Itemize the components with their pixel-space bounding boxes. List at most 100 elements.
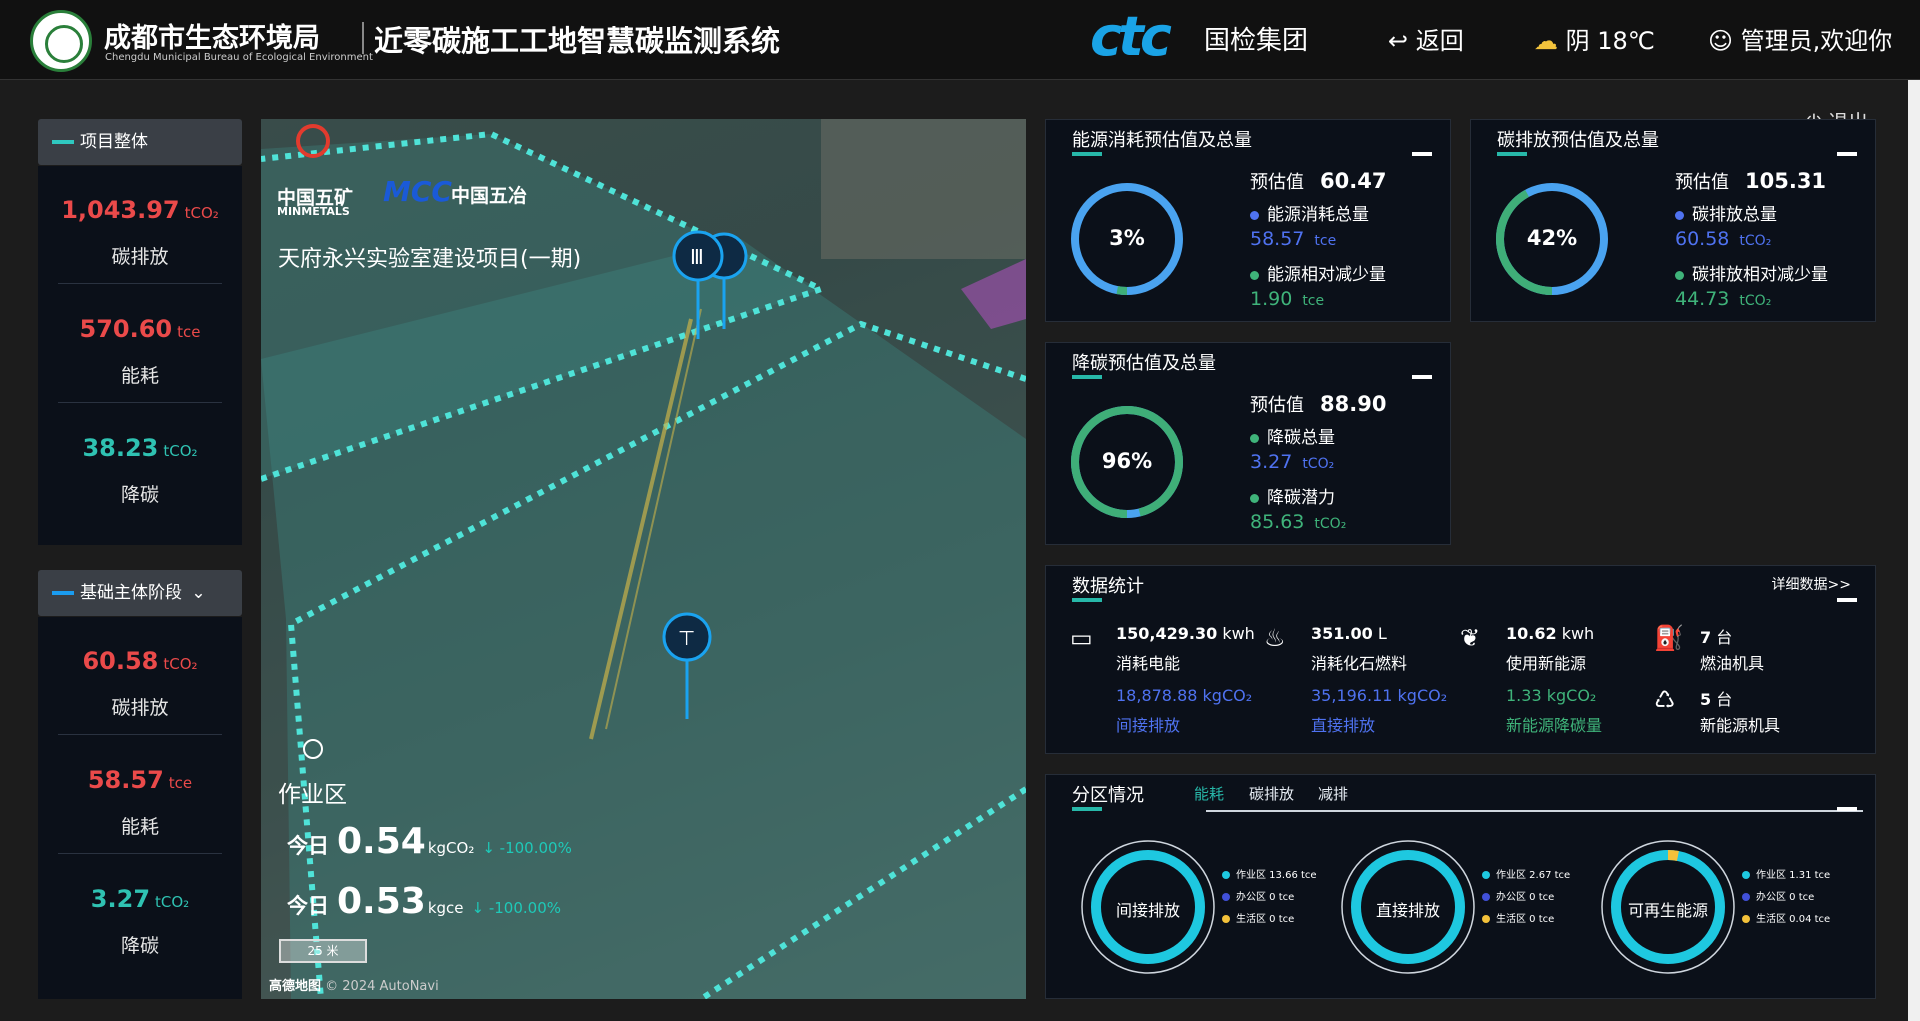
carbon-reduction-value: 44.73 tCO₂	[1675, 288, 1772, 310]
collapse-button[interactable]	[1837, 598, 1857, 602]
header-accent-bar	[52, 140, 74, 144]
system-title: 近零碳施工工地智慧碳监测系统	[374, 24, 781, 58]
chevron-down-icon: ⌄	[191, 583, 206, 603]
partner-name: 国检集团	[1204, 26, 1309, 56]
reduction-estimate: 预估值 88.90	[1250, 391, 1386, 417]
carbon-estimate-card: 碳排放预估值及总量 42% 预估值 105.31 碳排放总量 60.58 tCO₂ …	[1470, 119, 1876, 322]
flame-icon: ♨	[1264, 624, 1286, 652]
fuel-machines-label: 燃油机具	[1700, 654, 1765, 673]
overall-reduction-label: 降碳	[120, 484, 159, 506]
overall-carbon-value: 1,043.97	[61, 196, 180, 224]
stage-carbon-metric: 60.58 tCO₂ 碳排放	[38, 617, 242, 735]
svg-text:⊤: ⊤	[678, 626, 695, 650]
top-header: 成都市生态环境局 Chengdu Municipal Bureau of Eco…	[0, 0, 1920, 80]
indirect-emission-label: 间接排放	[1116, 716, 1181, 735]
collapse-button[interactable]	[1837, 152, 1857, 156]
indirect-ring-label: 间接排放	[1115, 901, 1180, 920]
stage-dropdown[interactable]: 基础主体阶段 ⌄	[38, 570, 242, 616]
overall-energy-unit: tce	[177, 323, 201, 341]
reduction-percent: 96%	[1101, 449, 1153, 473]
new-machines-value: 5 台	[1700, 690, 1733, 709]
header-divider	[362, 22, 364, 54]
user-greeting[interactable]: ☺ 管理员,欢迎你	[1708, 21, 1892, 56]
stage-energy-value: 58.57	[87, 766, 164, 794]
collapse-button[interactable]	[1412, 152, 1432, 156]
today-label: 今日	[287, 834, 329, 858]
stage-title: 基础主体阶段	[80, 583, 182, 603]
indirect-legend: 作业区 13.66 tce 办公区 0 tce 生活区 0 tce	[1222, 865, 1317, 931]
bureau-logo-icon	[30, 10, 92, 72]
stage-energy-metric: 58.57 tce 能耗	[38, 736, 242, 854]
legend-item-work: 作业区 1.31 tce	[1742, 865, 1830, 887]
electricity-label: 消耗电能	[1116, 654, 1181, 673]
tab-carbon[interactable]: 碳排放	[1249, 783, 1294, 804]
carbon-total-value: 60.58 tCO₂	[1675, 228, 1772, 250]
stage-reduction-label: 降碳	[120, 935, 159, 957]
stage-reduction-unit: tCO₂	[155, 893, 190, 911]
renewable-label: 使用新能源	[1506, 654, 1587, 673]
mcc-logo-cn: 中国五冶	[451, 185, 528, 207]
energy-estimate: 预估值 60.47	[1250, 168, 1386, 194]
estimate-value: 105.31	[1745, 169, 1827, 193]
estimate-label: 预估值	[1675, 172, 1729, 193]
renewable-ring-label: 可再生能源	[1627, 901, 1708, 920]
direct-emission-value: 35,196.11 kgCO₂	[1311, 686, 1448, 705]
tab-energy[interactable]: 能耗	[1194, 783, 1224, 804]
overall-carbon-label: 碳排放	[111, 246, 169, 268]
energy-reduction-label: 能源相对减少量	[1250, 260, 1386, 285]
map-copyright: © 2024 AutoNavi	[325, 979, 439, 994]
weather-widget: ☁ 阴 18℃	[1534, 21, 1655, 56]
page-scrollbar[interactable]	[1908, 80, 1920, 1021]
legend-item-office: 办公区 0 tce	[1222, 887, 1317, 909]
stage-reduction-metric: 3.27 tCO₂ 降碳	[38, 855, 242, 973]
reduction-potential-value: 85.63 tCO₂	[1250, 511, 1347, 533]
legend-item-office: 办公区 0 tce	[1742, 887, 1830, 909]
today-energy-change: ↓ -100.00%	[471, 899, 562, 917]
renewable-value: 10.62 kwh	[1506, 624, 1595, 643]
indirect-emission-value: 18,878.88 kgCO₂	[1116, 686, 1253, 705]
legend-item-office: 办公区 0 tce	[1482, 887, 1570, 909]
card-title: 降碳预估值及总量	[1072, 353, 1216, 374]
divider	[58, 402, 222, 403]
legend-item-living: 生活区 0.04 tce	[1742, 909, 1830, 931]
detail-data-link[interactable]: 详细数据>>	[1772, 574, 1851, 594]
title-underline	[1072, 807, 1102, 811]
zone-situation-card: 分区情况 能耗 碳排放 减排 间接排放 作业区 13.66 tce 办公区 0 …	[1045, 774, 1876, 999]
overall-reduction-metric: 38.23 tCO₂ 降碳	[38, 404, 242, 522]
overall-carbon-metric: 1,043.97 tCO₂ 碳排放	[38, 166, 242, 284]
renewable-reduction-value: 1.33 kgCO₂	[1506, 686, 1597, 705]
back-button[interactable]: ↩ 返回	[1388, 21, 1464, 56]
user-icon: ☺	[1708, 27, 1734, 55]
user-name: 管理员,欢迎你	[1740, 27, 1893, 55]
overall-carbon-unit: tCO₂	[184, 204, 219, 222]
carbon-reduction-label: 碳排放相对减少量	[1675, 260, 1828, 285]
fuel-value: 351.00 L	[1311, 624, 1387, 643]
site-map[interactable]: Ⅲ ⊤ 中国五矿 MINMETALS MCC 中国五冶 天府永兴实验室建设项目(…	[261, 119, 1026, 999]
today-energy-unit: kgce	[427, 899, 464, 917]
tab-reduction[interactable]: 减排	[1318, 783, 1348, 804]
project-name: 天府永兴实验室建设项目(一期)	[278, 247, 582, 272]
map-scale-bar: 25 米	[279, 939, 367, 963]
estimate-label: 预估值	[1250, 395, 1304, 416]
direct-ring-label: 直接排放	[1375, 901, 1440, 920]
reduction-estimate-card: 降碳预估值及总量 96% 预估值 88.90 降碳总量 3.27 tCO₂ 降碳潜力…	[1045, 342, 1451, 545]
today-energy-row: 今日 0.53 kgce ↓ -100.00%	[287, 881, 561, 922]
overall-header[interactable]: 项目整体	[38, 119, 242, 165]
battery-icon: ▭	[1070, 624, 1093, 652]
divider	[58, 853, 222, 854]
carbon-percent: 42%	[1526, 226, 1578, 250]
title-underline	[1072, 152, 1102, 156]
carbon-estimate: 预估值 105.31	[1675, 168, 1826, 194]
svg-text:Ⅲ: Ⅲ	[690, 245, 704, 269]
legend-item-work: 作业区 2.67 tce	[1482, 865, 1570, 887]
collapse-button[interactable]	[1412, 375, 1432, 379]
stage-panel: 60.58 tCO₂ 碳排放 58.57 tce 能耗 3.27 tCO₂ 降碳	[38, 617, 242, 999]
overall-reduction-value: 38.23	[82, 434, 159, 462]
card-title: 碳排放预估值及总量	[1497, 130, 1659, 151]
new-machines-label: 新能源机具	[1700, 716, 1781, 735]
collapse-button[interactable]	[1837, 807, 1857, 811]
weather-text: 阴 18℃	[1565, 27, 1655, 55]
overall-panel: 1,043.97 tCO₂ 碳排放 570.60 tce 能耗 38.23 tCO₂ …	[38, 166, 242, 545]
today-carbon-row: 今日 0.54 kgCO₂ ↓ -100.00%	[287, 821, 572, 862]
today-carbon-unit: kgCO₂	[427, 839, 475, 857]
